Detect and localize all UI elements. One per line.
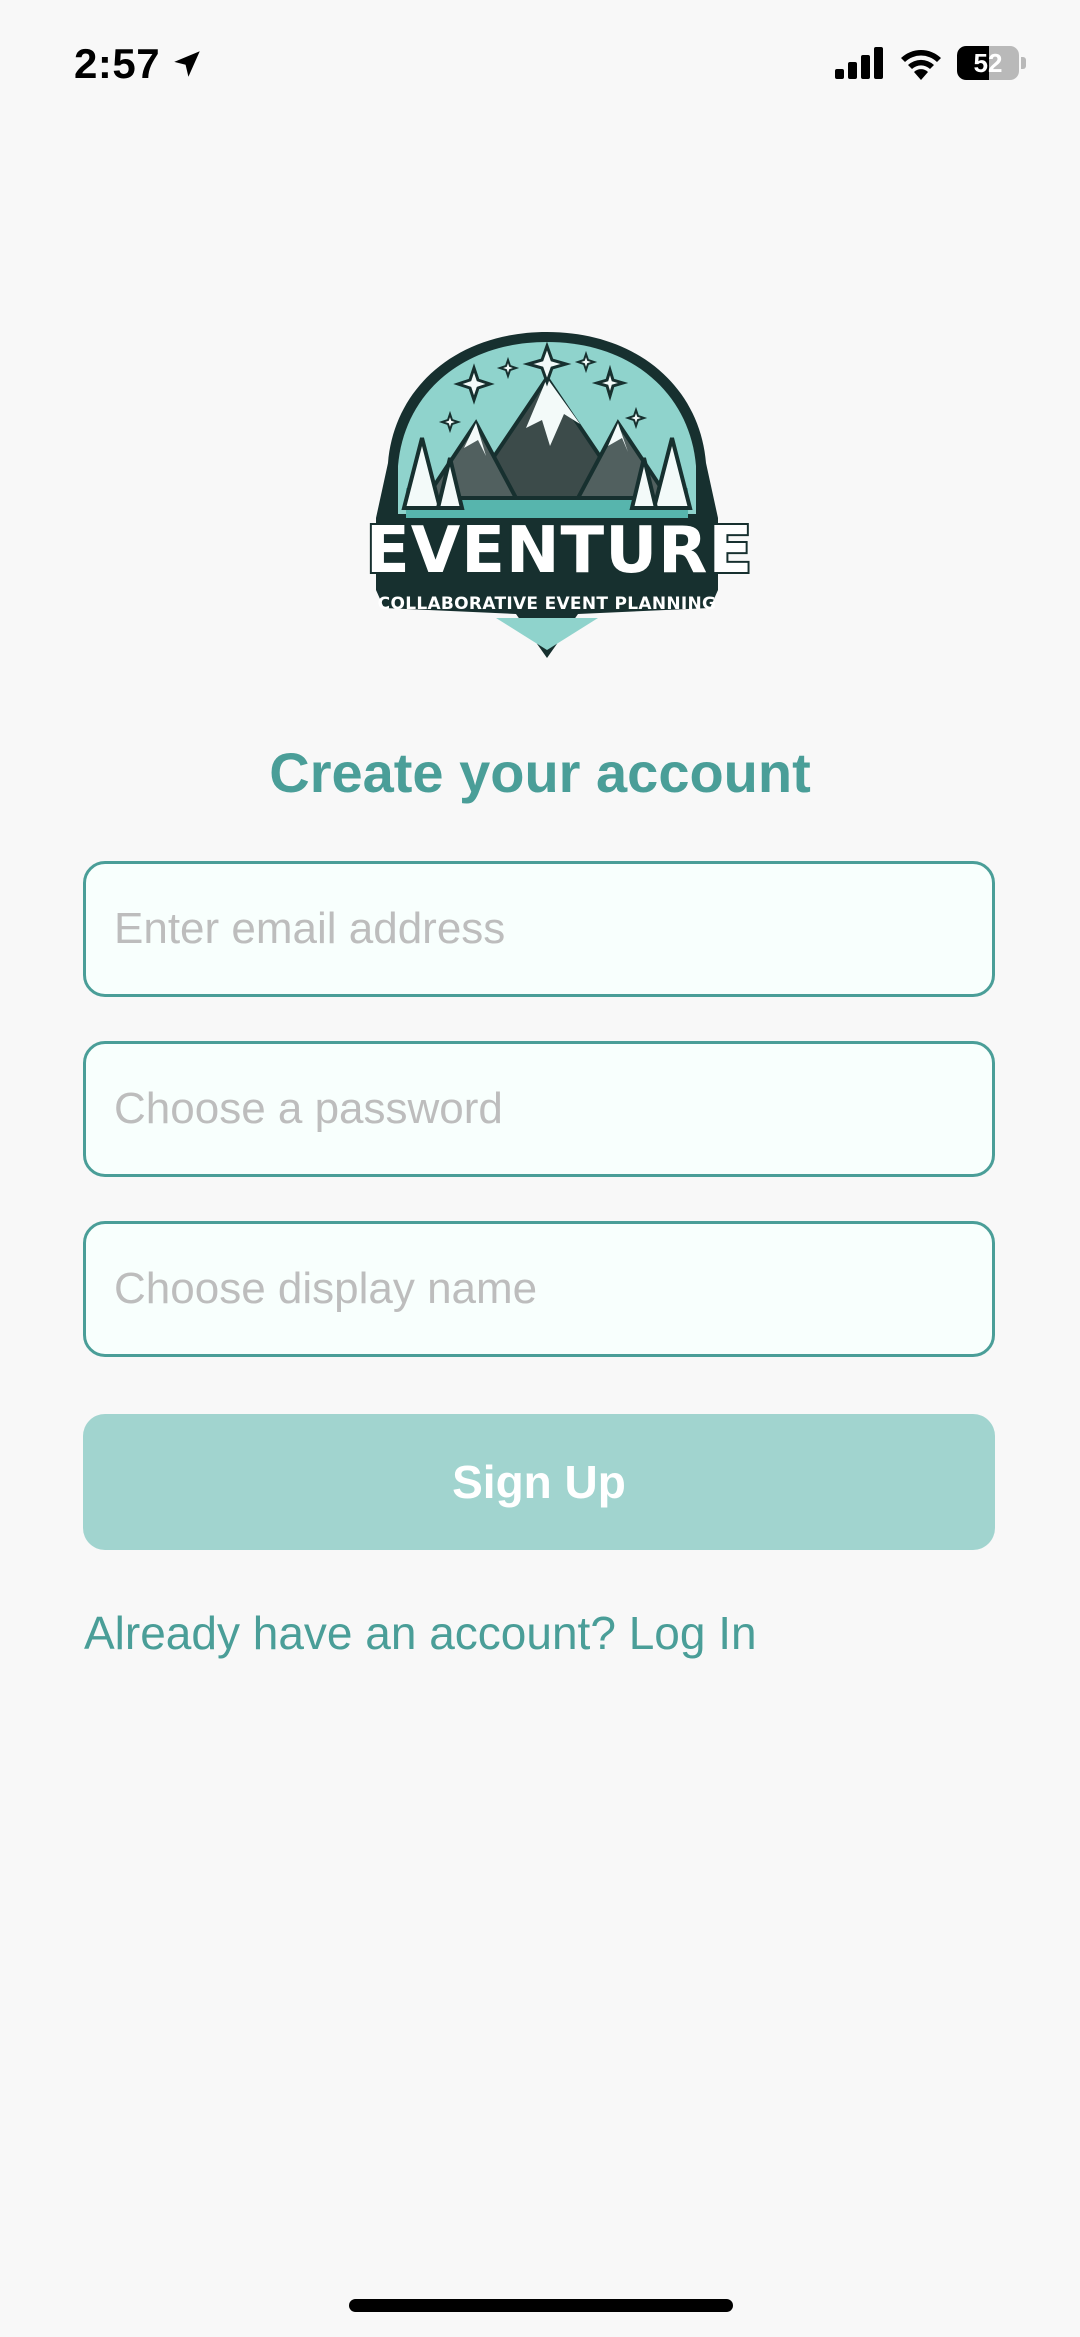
battery-level: 52 <box>973 47 1003 78</box>
eventure-logo: EVENTURE COLLABORATIVE EVENT PLANNING <box>364 328 754 666</box>
status-icons: 52 <box>835 46 1026 80</box>
log-in-link[interactable]: Already have an account? Log In <box>84 1606 757 1660</box>
status-time: 2:57 <box>74 40 204 88</box>
battery-icon: 52 <box>957 46 1019 80</box>
email-field[interactable] <box>83 861 995 997</box>
home-indicator[interactable] <box>349 2299 733 2312</box>
logo-subtitle: COLLABORATIVE EVENT PLANNING <box>377 594 717 614</box>
location-arrow-icon <box>174 51 200 77</box>
status-bar: 2:57 52 <box>0 0 1080 130</box>
cellular-signal-icon <box>835 47 883 79</box>
battery-cap <box>1021 57 1026 69</box>
password-field[interactable] <box>83 1041 995 1177</box>
page-title: Create your account <box>269 741 811 804</box>
wifi-icon <box>901 50 941 80</box>
display-name-field[interactable] <box>83 1221 995 1357</box>
logo-title: EVENTURE <box>364 512 754 590</box>
sign-up-button[interactable]: Sign Up <box>83 1414 995 1550</box>
mountain-badge-icon <box>376 332 718 658</box>
status-time-text: 2:57 <box>74 40 161 87</box>
